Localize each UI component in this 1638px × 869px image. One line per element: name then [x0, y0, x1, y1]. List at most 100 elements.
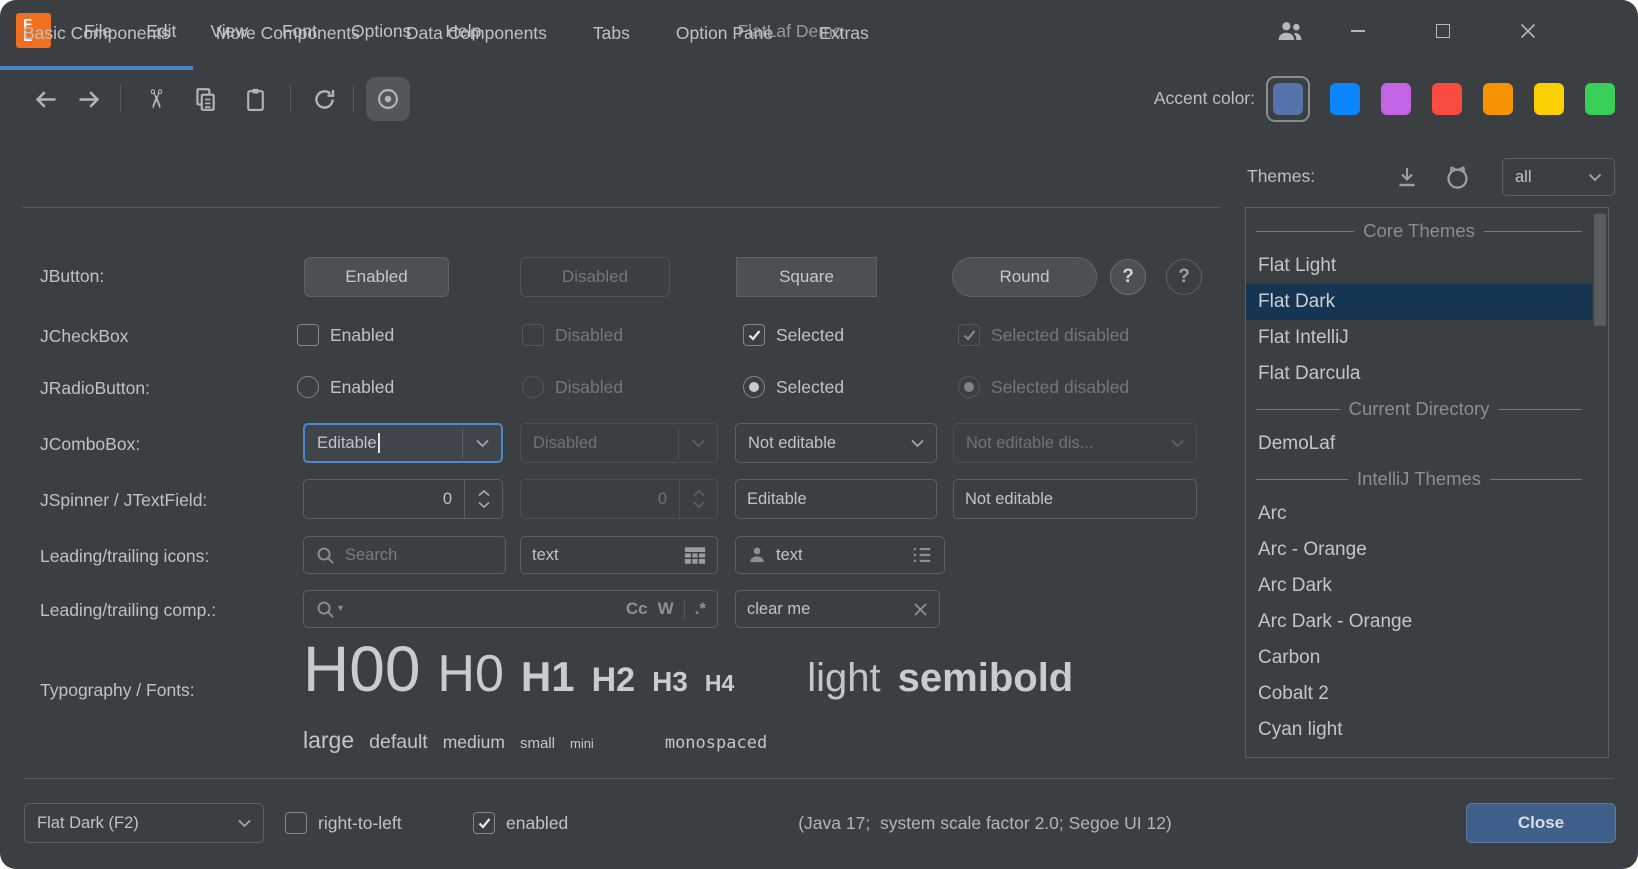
- menu-list-icon[interactable]: [911, 545, 933, 565]
- spinner-down-icon: [478, 501, 490, 508]
- checkbox-box-checked: [743, 324, 765, 346]
- themes-scrollbar-thumb[interactable]: [1594, 214, 1606, 326]
- tab-basic-components[interactable]: Basic Components: [0, 0, 193, 66]
- rtl-checkbox[interactable]: right-to-left: [285, 812, 402, 834]
- download-theme-button[interactable]: [1390, 160, 1424, 194]
- enabled-checkbox[interactable]: enabled: [473, 812, 568, 834]
- forward-button[interactable]: [66, 77, 110, 121]
- search-field[interactable]: Search: [303, 536, 506, 574]
- themes-filter-value: all: [1515, 168, 1532, 187]
- jbutton-round[interactable]: Round: [952, 257, 1097, 297]
- theme-item-arc[interactable]: Arc: [1246, 496, 1592, 532]
- clearable-field[interactable]: clear me: [735, 590, 940, 628]
- checkbox-box-checked: [958, 324, 980, 346]
- theme-item-demolaf[interactable]: DemoLaf: [1246, 426, 1592, 462]
- tab-tabs[interactable]: Tabs: [570, 0, 653, 66]
- minimize-button[interactable]: [1335, 0, 1381, 62]
- help-button-outline[interactable]: ?: [1166, 259, 1202, 295]
- h4-sample: H4: [705, 670, 734, 697]
- github-icon: [1444, 164, 1471, 191]
- search-dropdown-icon[interactable]: ▾: [315, 599, 343, 620]
- text-field-table-icon[interactable]: text: [520, 536, 718, 574]
- search-field-with-options[interactable]: ▾ Cc W .*: [303, 590, 718, 628]
- maximize-icon: [1436, 24, 1450, 38]
- spinner-buttons[interactable]: [464, 480, 502, 518]
- accent-swatch-purple[interactable]: [1381, 83, 1411, 115]
- maximize-button[interactable]: [1420, 0, 1466, 62]
- jcombobox-row-label: JComboBox:: [40, 434, 140, 455]
- text-field-person-menu[interactable]: text: [735, 536, 945, 574]
- tab-option-pane[interactable]: Option Pane: [653, 0, 796, 66]
- theme-group-separator: Core Themes: [1246, 214, 1592, 248]
- theme-item-dark-flat[interactable]: Dark Flat: [1246, 748, 1592, 758]
- jbutton-row-label: JButton:: [40, 266, 104, 287]
- search-placeholder: Search: [345, 546, 397, 565]
- textfield-not-editable: Not editable: [953, 479, 1197, 519]
- theme-item-flat-dark[interactable]: Flat Dark: [1246, 284, 1592, 320]
- radio-selected[interactable]: Selected: [743, 376, 844, 398]
- users-icon[interactable]: [1267, 0, 1313, 62]
- accent-swatch-orange[interactable]: [1483, 83, 1513, 115]
- radio-enabled[interactable]: Enabled: [297, 376, 394, 398]
- combobox-not-editable[interactable]: Not editable: [735, 423, 937, 463]
- match-case-button[interactable]: Cc: [626, 599, 648, 619]
- accent-swatch-green[interactable]: [1585, 83, 1615, 115]
- forward-icon: [75, 86, 102, 113]
- whole-words-button[interactable]: W: [658, 599, 674, 619]
- themes-filter-combobox[interactable]: all: [1502, 158, 1615, 196]
- regex-button[interactable]: .*: [695, 599, 706, 619]
- typography-sizes: large default medium small mini monospac…: [303, 727, 767, 754]
- copy-button[interactable]: [183, 77, 227, 121]
- lookandfeel-combobox[interactable]: Flat Dark (F2): [24, 803, 264, 843]
- tab-data-components[interactable]: Data Components: [383, 0, 570, 66]
- show-hover-effects-toggle[interactable]: [366, 77, 410, 121]
- checkbox-selected[interactable]: Selected: [743, 324, 844, 346]
- github-button[interactable]: [1440, 160, 1474, 194]
- theme-item-flat-light[interactable]: Flat Light: [1246, 248, 1592, 284]
- radio-circle: [297, 376, 319, 398]
- copy-icon: [192, 86, 218, 112]
- accent-swatch-red[interactable]: [1432, 83, 1462, 115]
- cut-button[interactable]: ✂: [134, 77, 178, 121]
- close-window-button[interactable]: [1505, 0, 1551, 62]
- checkbox-enabled[interactable]: Enabled: [297, 324, 394, 346]
- theme-item-cyan-light[interactable]: Cyan light: [1246, 712, 1592, 748]
- accent-swatch-yellow[interactable]: [1534, 83, 1564, 115]
- theme-item-arc-dark[interactable]: Arc Dark: [1246, 568, 1592, 604]
- theme-item-arc-dark-orange[interactable]: Arc Dark - Orange: [1246, 604, 1592, 640]
- back-button[interactable]: [24, 77, 68, 121]
- refresh-button[interactable]: [302, 77, 346, 121]
- chevron-down-icon[interactable]: [463, 425, 501, 461]
- radio-selected-disabled: Selected disabled: [958, 376, 1129, 398]
- tab-extras[interactable]: Extras: [796, 0, 892, 66]
- theme-item-arc-orange[interactable]: Arc - Orange: [1246, 532, 1592, 568]
- jspinner-row-label: JSpinner / JTextField:: [40, 490, 207, 511]
- combobox-disabled: Disabled: [520, 423, 718, 463]
- theme-group-separator: Current Directory: [1246, 392, 1592, 426]
- theme-item-cobalt-2[interactable]: Cobalt 2: [1246, 676, 1592, 712]
- checkbox-selected-disabled: Selected disabled: [958, 324, 1129, 346]
- help-button-filled[interactable]: ?: [1110, 259, 1146, 295]
- statusbar-separator: [24, 778, 1614, 779]
- jbutton-enabled[interactable]: Enabled: [304, 257, 449, 297]
- semibold-sample: semibold: [898, 656, 1074, 701]
- chevron-down-icon: [898, 424, 936, 462]
- chevron-down-icon: [1158, 424, 1196, 462]
- textfield-editable[interactable]: Editable: [735, 479, 937, 519]
- jbutton-square[interactable]: Square: [736, 257, 877, 297]
- accent-swatch-default[interactable]: [1273, 83, 1303, 115]
- close-button[interactable]: Close: [1466, 803, 1616, 843]
- h2-sample: H2: [592, 661, 635, 700]
- checkmark-icon: [748, 330, 761, 341]
- combobox-editable[interactable]: Editable: [303, 423, 503, 463]
- table-icon[interactable]: [684, 546, 706, 565]
- accent-swatch-blue[interactable]: [1330, 83, 1360, 115]
- theme-item-flat-darcula[interactable]: Flat Darcula: [1246, 356, 1592, 392]
- tab-more-components[interactable]: More Components: [193, 0, 383, 66]
- accent-color-label: Accent color:: [1080, 88, 1255, 109]
- spinner-enabled[interactable]: 0: [303, 479, 503, 519]
- clear-icon[interactable]: [913, 602, 928, 617]
- theme-item-flat-intellij[interactable]: Flat IntelliJ: [1246, 320, 1592, 356]
- theme-item-carbon[interactable]: Carbon: [1246, 640, 1592, 676]
- paste-button[interactable]: [233, 77, 277, 121]
